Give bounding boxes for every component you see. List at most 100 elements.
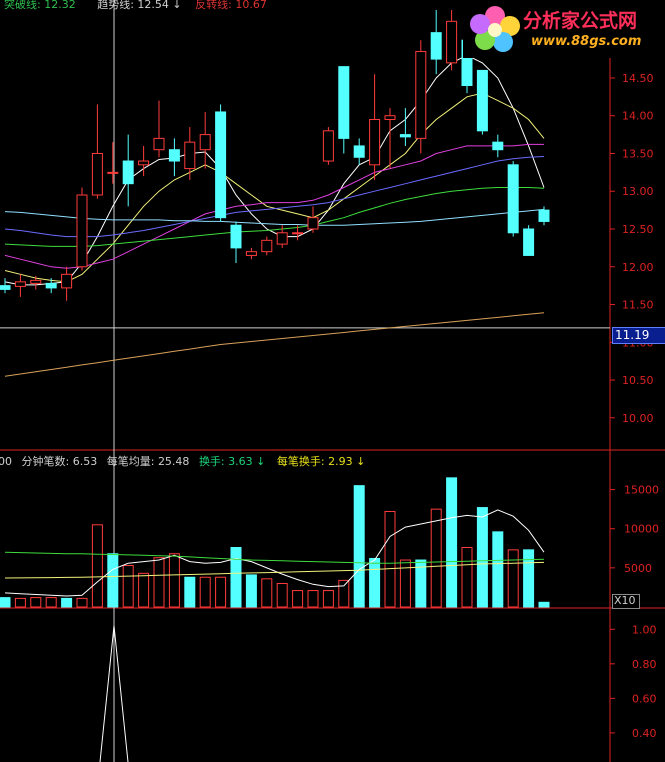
price-tick-label: 14.00 (622, 110, 654, 123)
volume-bar (184, 576, 196, 608)
volume-bar (538, 601, 550, 608)
turnover-per-trade-label: 每笔换手: (276, 455, 325, 468)
volume-header: 00 分钟笔数: 6.53 每笔均量: 25.48 换手: 3.63 ↓ 每笔换… (0, 453, 365, 469)
candle-body (153, 137, 165, 151)
volume-bar (446, 477, 458, 608)
indicator-tick-label: 0.60 (632, 692, 657, 705)
trades-per-minute-label: 分钟笔数: (21, 455, 70, 468)
candle-body (107, 171, 119, 174)
volume-bar (399, 559, 411, 608)
price-tick-label: 11.50 (622, 299, 654, 312)
candle-body (384, 115, 396, 120)
trend-line-label: 趋势线: 12.54 (97, 0, 169, 11)
price-tick-label: 10.50 (622, 374, 654, 387)
volume-bar (476, 507, 488, 608)
indicator-header: 突破线: 12.32 趋势线: 12.54 ↓ 反转线: 10.67 (4, 0, 267, 12)
candle-body (523, 228, 535, 256)
volume-bar (492, 531, 504, 608)
volume-tick-label: 10000 (624, 523, 659, 536)
volume-bar (0, 597, 11, 608)
candle-body (476, 69, 488, 132)
candle-body (276, 232, 288, 245)
candle-body (261, 239, 273, 253)
volume-bar (369, 557, 381, 608)
volume-bar (199, 576, 211, 608)
candle-body (138, 160, 150, 166)
candle-body (507, 164, 519, 234)
volume-bar (153, 557, 165, 608)
volume-tick-label: 15000 (624, 484, 659, 497)
candle-body (199, 134, 211, 151)
breakout-line-label: 突破线: 12.32 (4, 0, 76, 11)
trend-down-arrow-icon: ↓ (172, 0, 182, 11)
volume-bar (430, 508, 442, 608)
turnover-per-trade-value: 2.93 (328, 455, 353, 468)
turnover-per-trade-down-arrow-icon: ↓ (356, 455, 366, 468)
candle-body (245, 251, 257, 256)
site-logo[interactable]: 分析家公式网 www.88gs.com (463, 0, 665, 58)
volume-bar (14, 597, 26, 608)
indicator-tick-label: 1.00 (632, 623, 657, 636)
volume-bar (322, 590, 334, 608)
candle-body (168, 149, 180, 162)
volume-bar (292, 590, 304, 608)
candle-body (446, 20, 458, 64)
volume-unit-label: X10 (614, 594, 636, 607)
volume-bar (30, 597, 42, 608)
volume-bar (76, 597, 88, 608)
candle-body (45, 282, 57, 289)
candle-body (61, 273, 73, 289)
volume-bar (107, 553, 119, 608)
volume-bar (307, 590, 319, 608)
volume-tick-label: 5000 (624, 562, 652, 575)
candle-body (492, 141, 504, 151)
trades-per-minute-value: 6.53 (72, 455, 98, 468)
volume-bar (276, 583, 288, 608)
indicator-tick-label: 0.80 (632, 658, 657, 671)
volume-bar (261, 578, 273, 608)
flower-logo-icon (470, 6, 520, 52)
candle-body (369, 119, 381, 166)
price-tick-label: 10.00 (622, 412, 654, 425)
volume-bar (523, 549, 535, 608)
candle-body (538, 209, 550, 222)
candle-body (76, 194, 88, 268)
volume-bar (384, 510, 396, 608)
candle-body (307, 217, 319, 230)
current-price-value: 11.19 (615, 328, 650, 342)
reversal-line-label: 反转线: 10.67 (195, 0, 267, 11)
logo-url: www.88gs.com (531, 34, 642, 49)
volume-bar (138, 572, 150, 608)
indicator-tick-label: 0.40 (632, 727, 657, 740)
candle-body (322, 130, 334, 162)
volume-bar (461, 547, 473, 608)
volume-bar (353, 485, 365, 608)
candle-body (230, 224, 242, 249)
current-price-marker: 11.19 (612, 327, 665, 344)
chart-canvas[interactable]: 15.0014.5014.0013.5013.0012.5012.0011.50… (0, 0, 665, 762)
candle-body (91, 152, 103, 196)
price-tick-label: 13.00 (622, 185, 654, 198)
volume-bar (168, 553, 180, 608)
turnover-value: 3.63 (228, 455, 253, 468)
volume-bar (215, 576, 227, 608)
candle-body (430, 32, 442, 60)
avg-volume-value: 25.48 (157, 455, 190, 468)
volume-header-prefix: 00 (0, 455, 12, 468)
candle-body (14, 281, 26, 287)
avg-volume-label: 每笔均量: (106, 455, 155, 468)
volume-bar (338, 579, 350, 608)
candle-body (292, 232, 304, 235)
price-tick-label: 13.50 (622, 147, 654, 160)
price-tick-label: 14.50 (622, 72, 654, 85)
volume-bar (245, 574, 257, 608)
volume-bar (61, 597, 73, 608)
price-tick-label: 12.50 (622, 223, 654, 236)
moving-average-line (4, 312, 545, 377)
candle-body (353, 145, 365, 158)
stock-chart-window: 15.0014.5014.0013.5013.0012.5012.0011.50… (0, 0, 665, 762)
candle-body (0, 285, 11, 290)
volume-unit-badge: X10 (612, 594, 640, 609)
volume-bar (122, 565, 134, 608)
candle-body (415, 51, 427, 139)
